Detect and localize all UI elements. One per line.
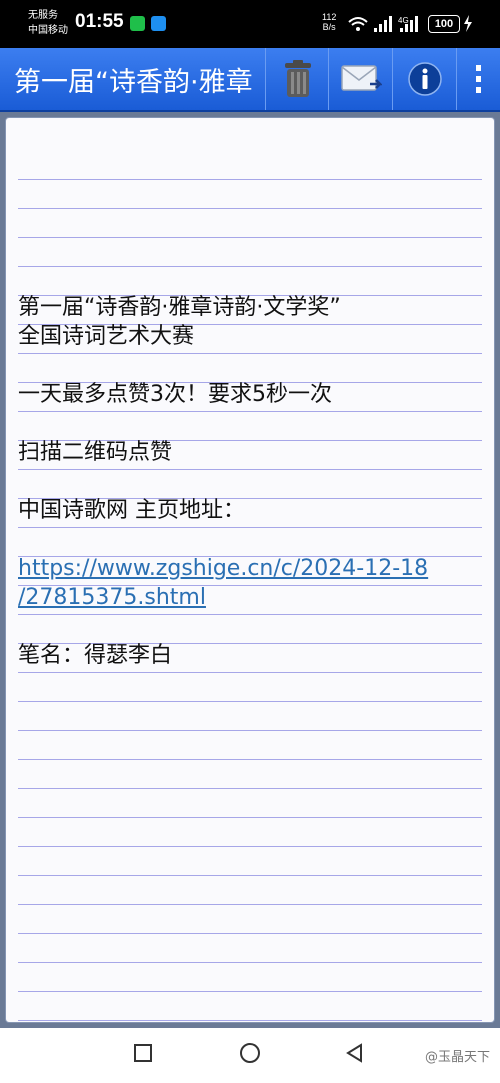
- watermark: @玉晶天下: [424, 1050, 490, 1065]
- message-icon: [151, 16, 166, 31]
- carrier-line1: 无服务: [28, 10, 58, 21]
- carrier-line2: 中国移动: [28, 25, 68, 36]
- home-icon[interactable]: [238, 1042, 262, 1066]
- note-line: 一天最多点赞3次！要求5秒一次: [18, 382, 332, 407]
- overflow-menu-button[interactable]: [456, 48, 500, 110]
- homepage-link[interactable]: https://www.zgshige.cn/c/2024-12-18: [18, 556, 428, 581]
- note-line: 全国诗词艺术大赛: [18, 324, 195, 349]
- battery-indicator: 100: [428, 15, 460, 33]
- app-bar: 第一届“诗香韵·雅章: [0, 48, 500, 112]
- info-button[interactable]: [392, 48, 457, 110]
- net-speed-value: 112: [322, 12, 337, 22]
- note-editor[interactable]: 第一届“诗香韵·雅章诗韵·文学奖” 全国诗词艺术大赛 一天最多点赞3次！要求5秒…: [5, 117, 495, 1023]
- trash-icon: [284, 60, 311, 97]
- charging-icon: [464, 15, 472, 32]
- wechat-icon: [130, 16, 145, 31]
- note-body[interactable]: 第一届“诗香韵·雅章诗韵·文学奖” 全国诗词艺术大赛 一天最多点赞3次！要求5秒…: [18, 293, 482, 670]
- recents-icon[interactable]: [132, 1042, 154, 1064]
- status-time: 01:55: [75, 11, 124, 32]
- carrier-info: 无服务 中国移动: [28, 8, 68, 38]
- mail-icon: [341, 65, 382, 91]
- delete-button[interactable]: [265, 48, 329, 110]
- overflow-menu-icon: [476, 65, 481, 93]
- navigation-bar: @玉晶天下: [0, 1028, 500, 1083]
- net-speed: 112 B/s: [322, 12, 336, 32]
- note-title[interactable]: 第一届“诗香韵·雅章: [14, 60, 264, 99]
- net-speed-unit: B/s: [322, 22, 336, 32]
- signal-icon: 4G: [374, 16, 418, 32]
- share-button[interactable]: [328, 48, 393, 110]
- back-icon[interactable]: [344, 1042, 366, 1066]
- note-line: 笔名：得瑟李白: [18, 643, 173, 668]
- homepage-link-continued[interactable]: /27815375.shtml: [18, 585, 206, 610]
- svg-text:4G: 4G: [398, 16, 409, 25]
- wifi-icon: [348, 17, 368, 31]
- status-bar: 无服务 中国移动 01:55 112 B/s 4G 100: [0, 0, 500, 48]
- note-line: 第一届“诗香韵·雅章诗韵·文学奖”: [18, 295, 341, 320]
- note-line: 扫描二维码点赞: [18, 440, 173, 465]
- info-icon: [408, 62, 442, 96]
- note-line: 中国诗歌网 主页地址：: [18, 498, 245, 523]
